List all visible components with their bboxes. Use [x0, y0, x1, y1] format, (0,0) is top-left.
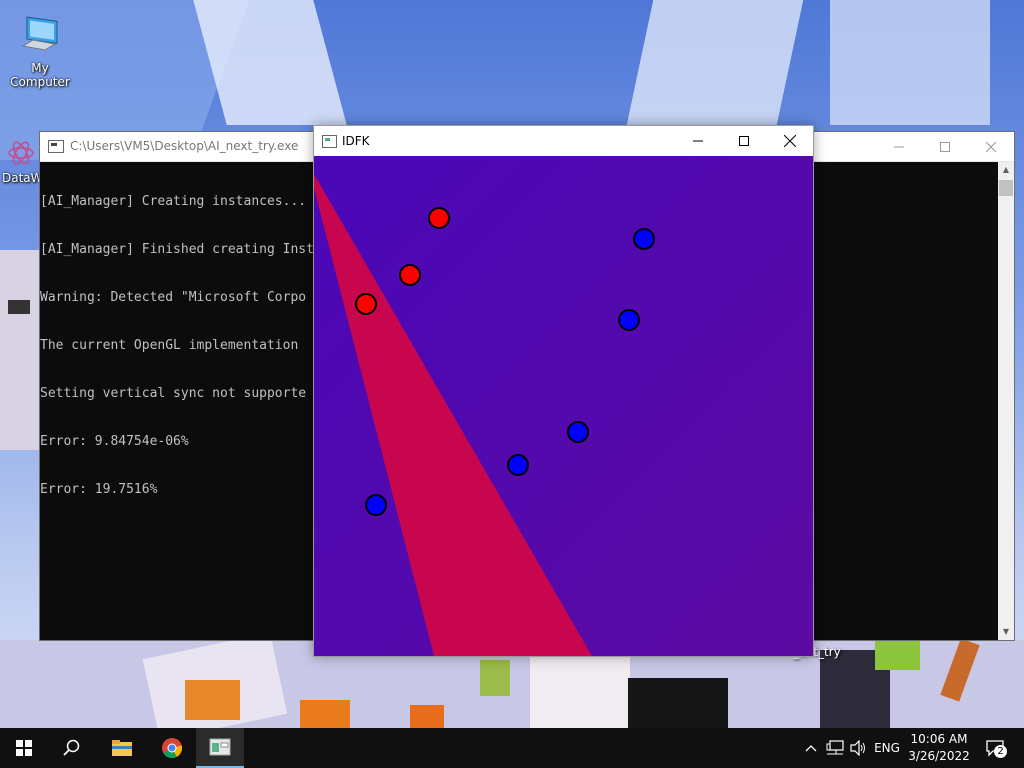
blue-data-point: [365, 494, 387, 516]
windows-logo-icon: [16, 740, 32, 756]
wallpaper-shape: [830, 0, 990, 125]
blue-data-point: [633, 228, 655, 250]
close-icon: [784, 135, 796, 147]
close-button[interactable]: [968, 132, 1014, 161]
idfk-title: IDFK: [342, 134, 370, 148]
wallpaper-shape: [300, 700, 350, 728]
close-icon: [986, 141, 996, 152]
wallpaper-shape: [480, 660, 510, 696]
desktop-icon-label: My Computer: [10, 61, 70, 89]
atom-icon: [8, 141, 34, 165]
minimize-icon: [894, 146, 904, 147]
red-data-point: [428, 207, 450, 229]
action-center-button[interactable]: 2: [980, 728, 1010, 768]
wallpaper-shape: [0, 250, 39, 450]
maximize-icon: [940, 141, 950, 152]
red-data-point: [355, 293, 377, 315]
classification-canvas[interactable]: [314, 156, 813, 656]
folder-icon: [112, 740, 132, 756]
blue-data-point: [567, 421, 589, 443]
chevron-up-icon: [805, 745, 817, 752]
wallpaper-shape: [530, 655, 630, 728]
wallpaper-shape: [626, 0, 804, 125]
wallpaper-shape: [193, 0, 347, 125]
idfk-titlebar[interactable]: IDFK: [314, 126, 813, 156]
maximize-button[interactable]: [922, 132, 968, 161]
app-button[interactable]: [196, 728, 244, 768]
file-explorer-button[interactable]: [98, 728, 146, 768]
blue-data-point: [507, 454, 529, 476]
scrollbar-thumb[interactable]: [999, 180, 1013, 196]
taskbar: ENG 10:06 AM 3/26/2022 2: [0, 728, 1024, 768]
scroll-up-icon[interactable]: ▲: [998, 162, 1014, 178]
network-button[interactable]: [824, 728, 846, 768]
search-icon: [63, 739, 80, 756]
idfk-window[interactable]: IDFK: [313, 125, 814, 657]
chrome-icon: [162, 738, 183, 759]
maximize-icon: [739, 136, 749, 146]
wallpaper-shape: [8, 300, 30, 314]
clock-time: 10:06 AM: [910, 732, 968, 746]
console-title: C:\Users\VM5\Desktop\AI_next_try.exe: [70, 139, 299, 153]
clock-date: 3/26/2022: [908, 749, 970, 763]
chrome-button[interactable]: [148, 728, 196, 768]
close-button[interactable]: [767, 126, 813, 156]
minimize-button[interactable]: [675, 126, 721, 156]
volume-button[interactable]: [848, 728, 870, 768]
idfk-app-icon: [322, 135, 337, 148]
scroll-down-icon[interactable]: ▼: [998, 624, 1014, 640]
network-icon: [826, 740, 844, 755]
clock[interactable]: 10:06 AM 3/26/2022: [900, 731, 978, 765]
minimize-icon: [693, 140, 703, 142]
console-app-icon: [48, 140, 64, 153]
speaker-icon: [850, 740, 865, 756]
red-data-point: [399, 264, 421, 286]
start-button[interactable]: [0, 728, 48, 768]
desktop-icon-my-computer[interactable]: My Computer: [0, 12, 80, 89]
console-scrollbar[interactable]: ▲ ▼: [998, 162, 1014, 640]
desktop-icon-dataw[interactable]: DataW: [0, 138, 39, 185]
minimize-button[interactable]: [876, 132, 922, 161]
wallpaper-shape: [875, 640, 920, 670]
language-indicator[interactable]: ENG: [872, 728, 902, 768]
maximize-button[interactable]: [721, 126, 767, 156]
search-button[interactable]: [48, 728, 96, 768]
wallpaper-shape: [410, 705, 444, 728]
wallpaper-shape: [628, 678, 728, 728]
window-app-icon: [209, 738, 231, 756]
show-hidden-icons-button[interactable]: [800, 728, 822, 768]
computer-icon: [21, 16, 58, 51]
blue-data-point: [618, 309, 640, 331]
notification-count-badge: 2: [994, 745, 1007, 758]
desktop-icon-label: DataW: [2, 171, 39, 185]
wallpaper-shape: [185, 680, 240, 720]
